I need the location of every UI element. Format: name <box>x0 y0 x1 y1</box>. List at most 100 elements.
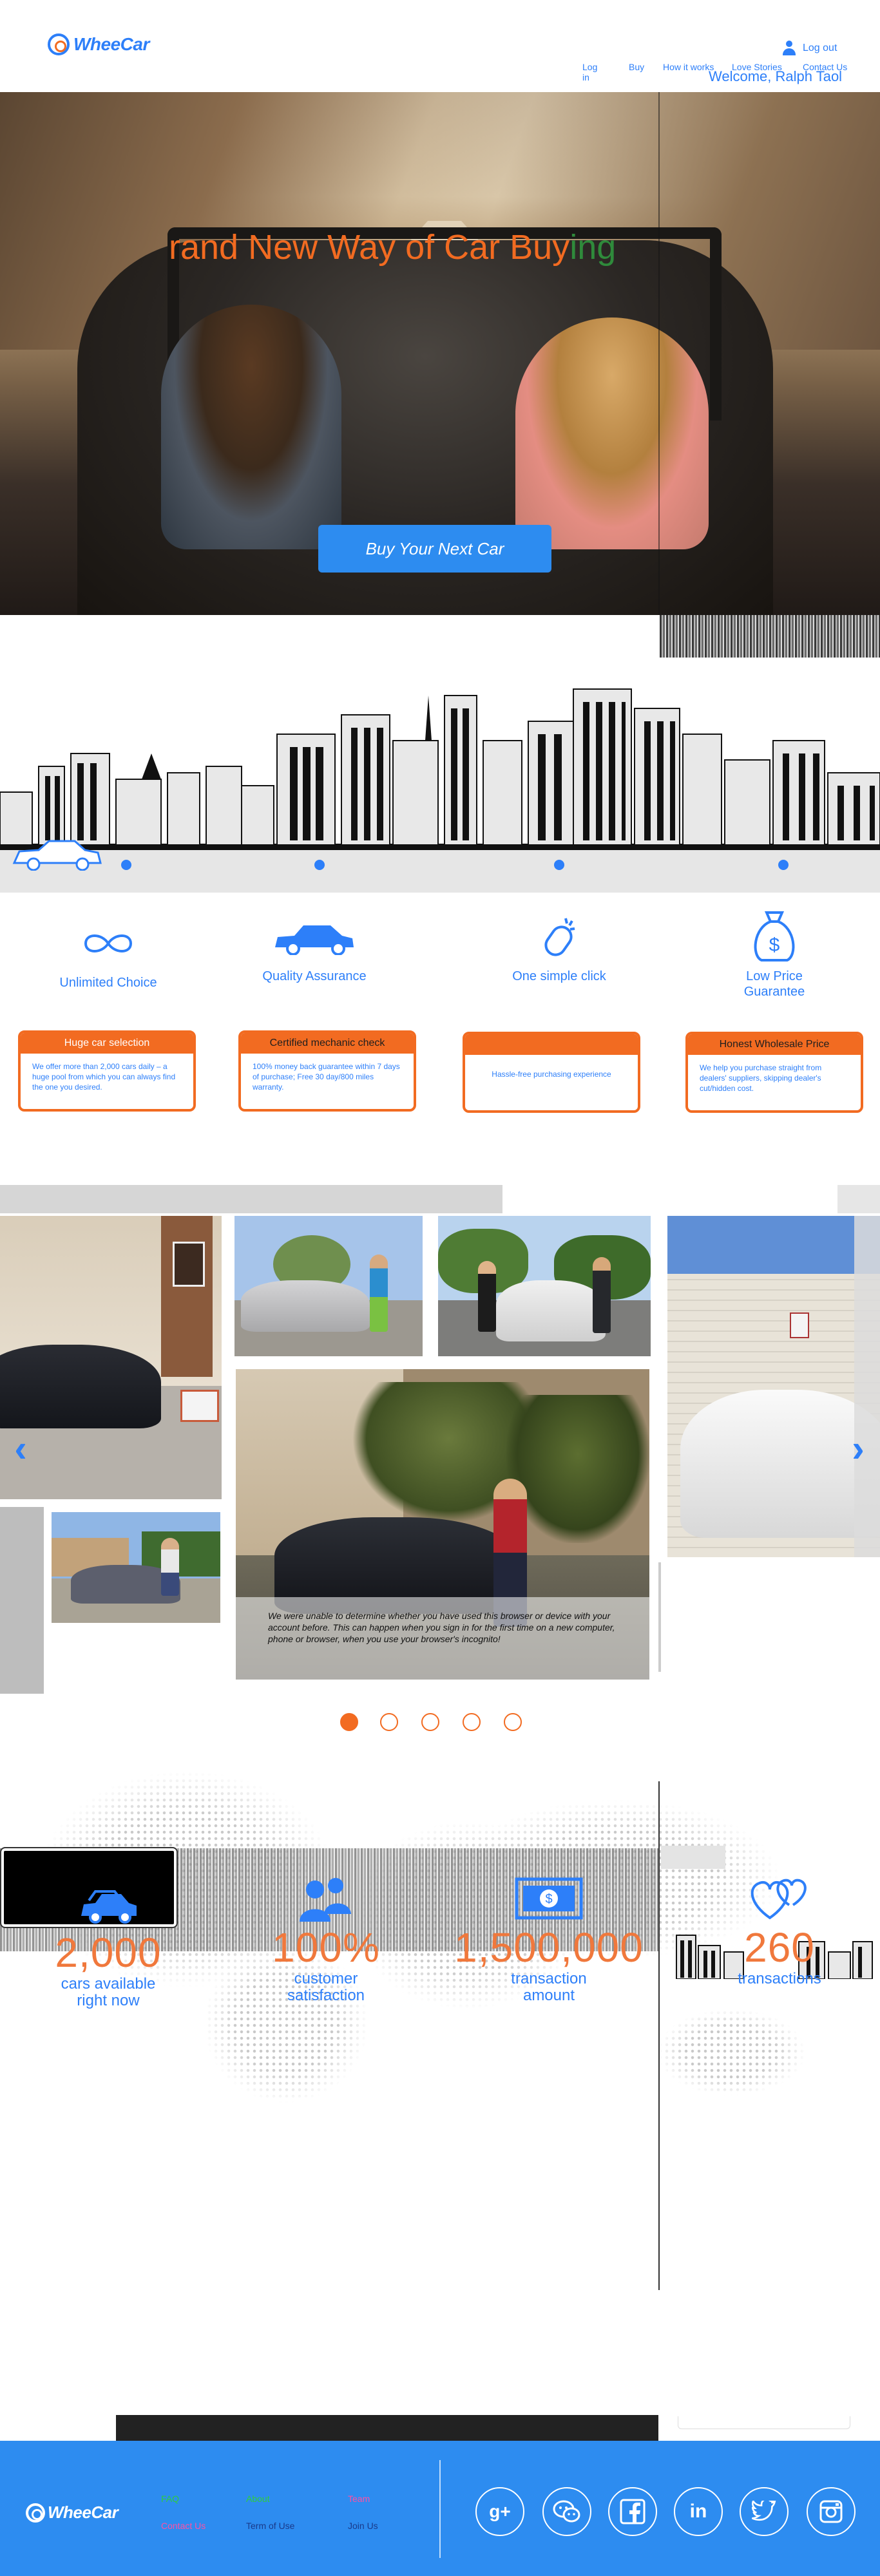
gallery-page-dot[interactable] <box>340 1713 358 1731</box>
feature-card: Huge car selection We offer more than 2,… <box>18 1030 196 1112</box>
logout-link[interactable]: Log out <box>782 41 837 56</box>
footer-brand-name: WheeCar <box>48 2503 119 2522</box>
render-seam <box>658 92 660 615</box>
stat-label: transaction amount <box>511 1970 587 2004</box>
gallery-photo[interactable] <box>667 1216 880 1557</box>
footer-link-about[interactable]: About <box>246 2494 270 2504</box>
gallery-photo[interactable] <box>0 1507 44 1694</box>
feature-card: Hassle-free purchasing experience <box>463 1032 640 1113</box>
feature-card: Honest Wholesale Price We help you purch… <box>685 1032 863 1113</box>
nav-login[interactable]: Log in <box>582 62 597 82</box>
hero-title-main: rand New Way of Car Buy <box>169 228 570 267</box>
feature-card-text: Hassle-free purchasing experience <box>492 1070 611 1079</box>
feature-card-title: Certified mechanic check <box>241 1033 414 1054</box>
gallery-photo[interactable] <box>52 1512 220 1623</box>
footer-link-term-of-use[interactable]: Term of Use <box>246 2521 294 2531</box>
feature-card-title <box>465 1034 638 1055</box>
gallery-caption: We were unable to determine whether you … <box>268 1611 615 1644</box>
google-plus-icon[interactable]: g+ <box>475 2487 524 2536</box>
instagram-icon[interactable] <box>807 2487 856 2536</box>
money-icon: $ <box>452 1873 646 1924</box>
progress-dot[interactable] <box>121 860 131 870</box>
brand-logo[interactable]: WheeCar <box>48 33 149 55</box>
facebook-icon[interactable] <box>608 2487 657 2536</box>
gallery-photo[interactable] <box>438 1216 651 1356</box>
gallery-page-dot[interactable] <box>380 1713 398 1731</box>
footer-link-faq[interactable]: FAQ <box>161 2494 179 2504</box>
feature-title: Unlimited Choice <box>59 976 157 990</box>
hearts-icon <box>683 1873 876 1924</box>
feature-title: One simple click <box>512 969 606 983</box>
feature-card-title: Huge car selection <box>21 1033 193 1054</box>
stat-label: transactions <box>738 1970 821 1987</box>
linkedin-icon[interactable]: in <box>674 2487 723 2536</box>
site-header: WheeCar Log out Log in Buy How it works … <box>0 0 880 92</box>
feature-low-price: $ Low Price Guarantee <box>684 911 865 999</box>
feature-title: Low Price Guarantee <box>743 969 805 999</box>
welcome-message: Welcome, Ralph Taol <box>709 68 843 84</box>
stat-label: cars available right now <box>61 1975 156 2009</box>
footer-logo[interactable]: WheeCar <box>26 2503 119 2523</box>
render-glitch-strip <box>660 615 880 658</box>
hero-title: rand New Way of Car Buying <box>169 227 616 267</box>
footer-link-join-us[interactable]: Join Us <box>348 2521 378 2531</box>
mouse-click-icon <box>469 914 649 960</box>
logout-label: Log out <box>803 43 837 53</box>
logo-icon <box>26 2503 45 2523</box>
hero-passenger <box>515 317 709 549</box>
progress-dot[interactable] <box>554 860 564 870</box>
money-bag-icon: $ <box>684 911 865 961</box>
car-icon <box>224 914 405 960</box>
stats-edge-block <box>661 1846 725 1869</box>
footer-link-contact-us[interactable]: Contact Us <box>161 2521 206 2531</box>
svg-text:$: $ <box>769 934 780 956</box>
feature-card-text: We help you purchase straight from deale… <box>700 1063 822 1093</box>
footer-link-team[interactable]: Team <box>348 2494 370 2504</box>
twitter-icon[interactable] <box>740 2487 789 2536</box>
stat-value: 260 <box>744 1924 815 1971</box>
site-footer: WheeCar FAQ About Team Contact Us Term o… <box>0 2441 880 2576</box>
footer-floating-tab <box>678 2416 850 2429</box>
stat-customer-satisfaction: 100% customer satisfaction <box>229 1873 423 2004</box>
gallery-header-bar <box>0 1185 502 1213</box>
nav-buy[interactable]: Buy <box>629 62 644 72</box>
stat-value: 2,000 <box>55 1929 162 1976</box>
render-seam <box>658 1781 660 2290</box>
feature-card-text: 100% money back guarantee within 7 days … <box>253 1062 400 1092</box>
progress-dot[interactable] <box>314 860 325 870</box>
footer-top-strip <box>0 2415 658 2441</box>
hero-title-tail: ing <box>569 228 617 267</box>
skyline-graphic <box>0 688 880 850</box>
city-skyline <box>0 670 880 850</box>
feature-one-simple-click: One simple click <box>469 914 649 984</box>
hero-banner: rand New Way of Car Buying Buy Your Next… <box>0 92 880 615</box>
gallery-page-dot[interactable] <box>463 1713 481 1731</box>
feature-unlimited-choice: Unlimited Choice <box>18 921 198 990</box>
gallery-page-dot[interactable] <box>421 1713 439 1731</box>
gallery-next-arrow[interactable]: › <box>845 1430 871 1468</box>
stat-cars-available: 2,000 cars available right now <box>12 1878 205 2009</box>
footer-divider <box>439 2460 441 2558</box>
stat-value: 100% <box>272 1924 380 1971</box>
wechat-icon[interactable] <box>542 2487 591 2536</box>
gallery-seam <box>658 1562 661 1672</box>
feature-title: Quality Assurance <box>262 969 367 983</box>
gallery-prev-arrow[interactable]: ‹ <box>8 1430 33 1468</box>
stat-transaction-amount: $ 1,500,000 transaction amount <box>452 1873 646 2004</box>
logo-icon <box>48 33 70 55</box>
stat-transactions: 260 transactions <box>683 1873 876 1987</box>
brand-name: WheeCar <box>73 34 149 54</box>
hero-driver <box>161 305 341 549</box>
feature-card-text: We offer more than 2,000 cars daily – a … <box>32 1062 176 1092</box>
feature-card-title: Honest Wholesale Price <box>688 1034 861 1055</box>
stat-label: customer satisfaction <box>287 1970 365 2004</box>
car-fleet-icon <box>12 1878 205 1929</box>
progress-dot[interactable] <box>778 860 789 870</box>
svg-text:$: $ <box>545 1892 552 1906</box>
gallery-edge <box>837 1185 880 1213</box>
feature-quality-assurance: Quality Assurance <box>224 914 405 984</box>
gallery-page-dot[interactable] <box>504 1713 522 1731</box>
gallery-photo[interactable] <box>234 1216 423 1356</box>
nav-how-it-works[interactable]: How it works <box>663 62 714 72</box>
buy-next-car-button[interactable]: Buy Your Next Car <box>318 525 551 573</box>
